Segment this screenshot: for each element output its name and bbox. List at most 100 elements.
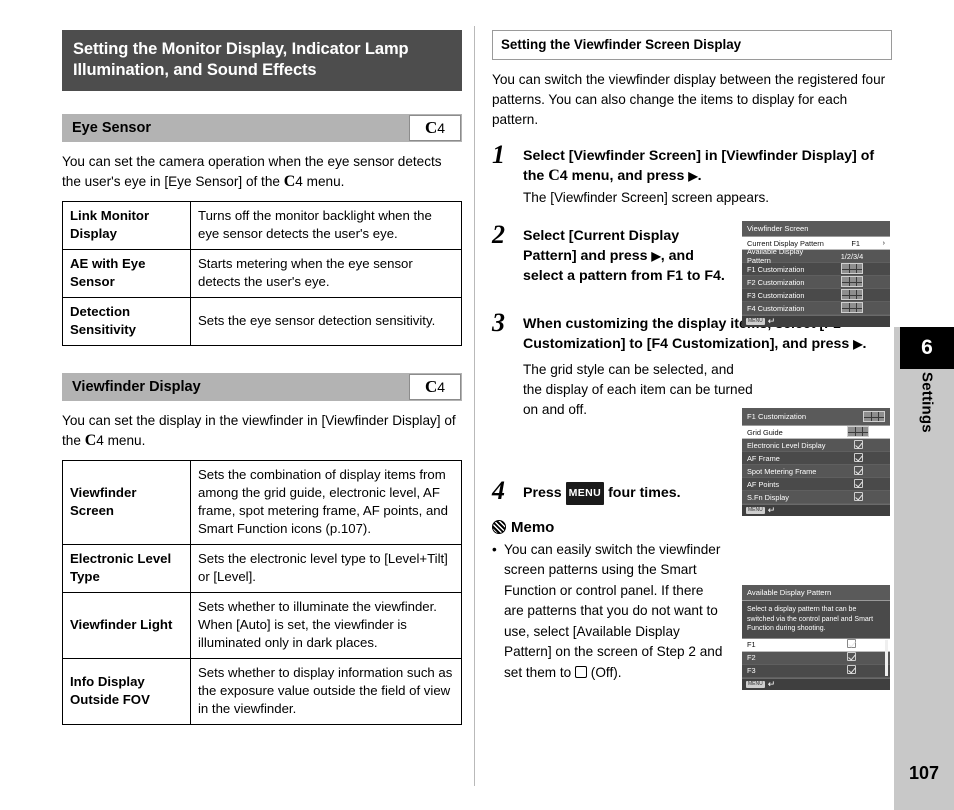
c-symbol: C [84,431,97,449]
lcd-row-value [831,425,885,439]
lcd-row-value [831,465,885,477]
lcd-row-f4-customization[interactable]: F4 Customization [742,301,890,315]
lcd-row-label: Electronic Level Display [747,440,826,450]
lcd-row-label: Spot Metering Frame [747,466,817,476]
step-result: The [Viewfinder Screen] screen appears. [523,190,770,205]
table-row: Info Display Outside FOV Sets whether to… [62,658,462,725]
lcd-scrollbar[interactable] [885,639,888,676]
subsection-heading: Setting the Viewfinder Screen Display [492,30,892,60]
page-number: 107 [908,763,940,783]
lcd-row-available-display-pattern[interactable]: Available Display Pattern 1/2/3/4 [742,247,890,265]
row-key: Viewfinder Light [62,592,191,659]
right-arrow-icon: ▶ [853,337,863,351]
step-number: 2 [492,220,505,249]
lcd-row-af-frame[interactable]: AF Frame [742,452,890,465]
checkbox-checked-icon[interactable] [853,439,863,449]
row-desc: Sets the eye sensor detection sensitivit… [190,297,462,346]
c-symbol: C [283,172,296,190]
section-intro-viewfinder-display: You can set the display in the viewfinde… [62,411,462,450]
lcd-row-grid-guide[interactable]: Grid Guide [742,425,890,439]
table-row: Electronic Level Type Sets the electroni… [62,544,462,593]
checkbox-checked-icon[interactable] [853,452,863,462]
subsection-intro: You can switch the viewfinder display be… [492,72,886,127]
lcd-footer: MENU ↵ [742,504,890,516]
return-arrow-icon: ↵ [767,316,776,326]
lcd-row-sfn-display[interactable]: S.Fn Display [742,491,890,504]
section-header-viewfinder-display: Viewfinder Display C4 [62,373,462,401]
lcd-title-bar: F1 Customization [742,408,890,426]
lcd-title: Available Display Pattern [742,585,890,601]
lcd-row-label: Grid Guide [747,427,783,437]
chevron-right-icon: › [882,239,885,247]
lcd-row-value [824,652,878,663]
lcd-row-f2-customization[interactable]: F2 Customization [742,275,890,289]
grid-guide-icon [863,411,885,422]
lcd-row-label: AF Points [747,479,780,489]
lcd-row-value [825,301,879,315]
grid-guide-icon [847,425,869,437]
lcd-row-label: F3 Customization [747,290,805,300]
lcd-title: F1 Customization [747,412,807,421]
lcd-row-value [831,478,885,490]
checkbox-checked-icon[interactable] [853,491,863,501]
lcd-row-value [831,439,885,451]
lcd-rows: F1 F2 F3 [742,638,890,678]
lcd-row-label: AF Frame [747,453,780,463]
lcd-title: Viewfinder Screen [742,221,890,237]
menu-button-icon: MENU [746,507,765,514]
row-desc: Sets the electronic level type to [Level… [190,544,462,593]
row-key: Detection Sensitivity [62,297,191,346]
checkbox-checked-icon[interactable] [853,478,863,488]
memo-heading: Memo [492,519,892,536]
intro-text-b: 4 menu. [295,173,345,189]
lcd-row-label: F2 Customization [747,277,805,287]
menu-badge-c4: C4 [409,374,461,400]
column-divider [474,26,475,786]
lcd-description: Select a display pattern that can be swi… [742,601,890,639]
lcd-row-label: S.Fn Display [747,492,789,502]
lcd-row-f1-customization[interactable]: F1 Customization [742,262,890,276]
lcd-row-label: F1 [747,640,756,649]
page-title: Setting the Monitor Display, Indicator L… [62,30,462,91]
lcd-row-f1[interactable]: F1 [742,638,890,652]
section-title: Eye Sensor [72,120,151,136]
intro-text-a: You can set the camera operation when th… [62,154,442,189]
right-arrow-icon: ▶ [688,169,698,183]
grid-guide-icon [841,275,863,287]
chapter-name-text: Settings [918,372,936,433]
table-row: Viewfinder Screen Sets the combination o… [62,460,462,545]
lcd-row-value: F1 [851,238,860,248]
lcd-row-value [824,665,878,676]
lcd-row-label: F1 Customization [747,264,805,274]
grid-guide-icon [841,262,863,274]
checkbox-checked-icon[interactable] [853,465,863,475]
section-intro-eye-sensor: You can set the camera operation when th… [62,152,462,191]
lcd-row-f3-customization[interactable]: F3 Customization [742,288,890,302]
grid-guide-icon [841,301,863,313]
lcd-row-value [825,288,879,302]
step-number: 3 [492,308,505,337]
lcd-row-f2[interactable]: F2 [742,651,890,665]
step-2: 2 Select [Current Display Pattern] and p… [492,220,736,286]
lcd-row-af-points[interactable]: AF Points [742,478,890,491]
step-3: 3 When customizing the display items, se… [492,308,892,420]
return-arrow-icon: ↵ [767,678,776,689]
chapter-name-tab: Settings [900,372,954,492]
lcd-row-spot-metering-frame[interactable]: Spot Metering Frame [742,465,890,478]
checkbox-checked-icon[interactable] [846,652,856,661]
eye-sensor-table: Link Monitor Display Turns off the monit… [62,201,462,346]
menu-badge-number: 4 [437,120,446,136]
lcd-row-f3[interactable]: F3 [742,665,890,678]
lcd-row-electronic-level-display[interactable]: Electronic Level Display [742,439,890,452]
checkbox-checked-icon[interactable] [846,639,856,648]
lcd-viewfinder-screen: Viewfinder Screen Current Display Patter… [742,221,890,327]
lcd-row-value [825,262,879,276]
menu-badge-number: 4 [437,379,446,395]
lcd-row-value [825,275,879,289]
checkbox-checked-icon[interactable] [846,665,856,674]
row-desc: Sets whether to display information such… [190,658,462,725]
c-symbol: C [548,167,560,184]
memo-text-b: (Off). [587,664,622,680]
lcd-row-value [831,452,885,464]
lcd-row-label: F4 Customization [747,303,805,313]
